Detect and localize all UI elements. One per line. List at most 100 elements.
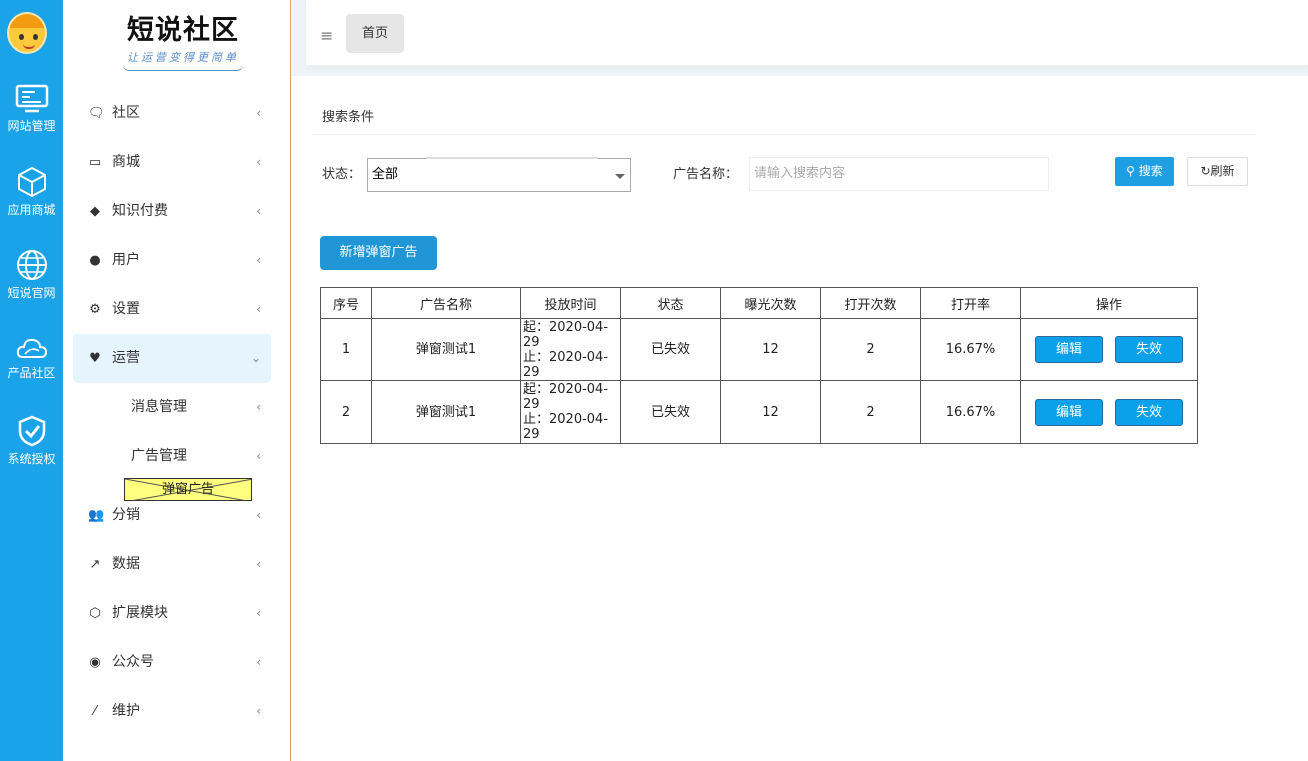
- wechat-icon: ◉: [89, 655, 101, 670]
- magic-wand-icon: ⁄: [93, 704, 97, 719]
- rail-item-label: 应用商城: [7, 203, 56, 217]
- add-popup-ad-button[interactable]: 新增弹窗广告: [320, 236, 437, 270]
- cell-name: 弹窗测试1: [371, 318, 521, 381]
- refresh-icon: ↻: [1200, 164, 1211, 178]
- rail-item-app-store[interactable]: 应用商城: [0, 166, 63, 218]
- cloud-icon: [16, 338, 47, 358]
- sidebar-subitem-ads[interactable]: 广告管理 ‹: [131, 432, 271, 481]
- line-chart-icon: ↗: [89, 557, 101, 572]
- app-rail: 网站管理 应用商城 短说官网 产品社区 系统授权: [0, 0, 63, 761]
- cell-status: 已失效: [620, 380, 721, 444]
- rail-item-label: 短说官网: [7, 286, 56, 300]
- sidebar-item-label: 公众号: [112, 654, 154, 670]
- chevron-down-icon: ⌄: [250, 351, 261, 365]
- table-row: 2 弹窗测试1 起：2020-04-29 止：2020-04-29 已失效 12 …: [320, 380, 1198, 444]
- rail-item-label: 系统授权: [7, 452, 56, 466]
- time-end: 止：2020-04-29: [523, 412, 609, 442]
- gear-icon: ⚙: [89, 302, 101, 317]
- sidebar-item-extensions[interactable]: ⬡ 扩展模块 ‹: [73, 589, 271, 638]
- sidebar-item-label: 数据: [112, 556, 140, 572]
- refresh-button[interactable]: ↻刷新: [1187, 157, 1248, 186]
- chevron-left-icon: ‹: [256, 253, 261, 267]
- cube-outline-icon: ⬡: [89, 606, 101, 621]
- chevron-left-icon: ‹: [256, 155, 261, 169]
- rail-item-product-community[interactable]: 产品社区: [0, 335, 63, 381]
- sidebar-item-label: 用户: [112, 252, 140, 268]
- ads-table: 序号 广告名称 投放时间 状态 曝光次数 打开次数 打开率 操作 1 弹窗测试1…: [320, 287, 1198, 444]
- chevron-left-icon: ‹: [256, 449, 261, 463]
- sidebar-item-community[interactable]: 🗨 社区 ‹: [73, 89, 271, 138]
- cell-id: 2: [320, 380, 372, 444]
- cell-views: 12: [720, 380, 821, 444]
- sidebar-item-knowledge[interactable]: ◆ 知识付费 ‹: [73, 187, 271, 236]
- status-label: 状态：: [322, 167, 362, 182]
- sidebar-item-label: 维护: [112, 703, 140, 719]
- column-header: 状态: [620, 287, 721, 319]
- sidebar-item-wechat[interactable]: ◉ 公众号 ‹: [73, 638, 271, 687]
- ad-name-search-input[interactable]: 请输入搜索内容: [749, 157, 1049, 191]
- heartbeat-icon: ♥: [89, 351, 101, 366]
- sidebar-subitem-messages[interactable]: 消息管理 ‹: [131, 383, 271, 432]
- ad-name-label: 广告名称：: [673, 167, 739, 182]
- chevron-left-icon: ‹: [256, 508, 261, 522]
- sidebar-subitem-label: 消息管理: [131, 399, 187, 415]
- topbar: ≡ 首页: [306, 0, 1308, 66]
- chevron-left-icon: ‹: [256, 655, 261, 669]
- column-header: 投放时间: [520, 287, 621, 319]
- edit-button[interactable]: 编辑: [1035, 398, 1103, 426]
- rail-item-site-admin[interactable]: 网站管理: [0, 84, 63, 134]
- chevron-left-icon: ‹: [256, 557, 261, 571]
- column-header: 广告名称: [371, 287, 521, 319]
- chevron-left-icon: ‹: [256, 302, 261, 316]
- status-select[interactable]: 全部: [367, 157, 631, 192]
- cell-views: 12: [720, 318, 821, 381]
- search-button[interactable]: ⚲ 搜索: [1115, 157, 1174, 186]
- search-icon: ⚲: [1126, 164, 1135, 178]
- sidebar: 短说社区 让运营变得更简单 🗨 社区 ‹ ▭ 商城 ‹ ◆ 知识付费 ‹ ● 用户 ‹ ⚙ 设置 ‹…: [63, 0, 291, 761]
- sidebar-item-label: 社区: [112, 105, 140, 121]
- rail-item-official-site[interactable]: 短说官网: [0, 249, 63, 301]
- globe-icon: [16, 250, 47, 280]
- sidebar-item-operation[interactable]: ♥ 运营 ⌄: [73, 334, 271, 383]
- cell-name: 弹窗测试1: [371, 380, 521, 444]
- disable-button[interactable]: 失效: [1115, 398, 1183, 426]
- monitor-icon: [15, 84, 48, 113]
- sidebar-item-label: 扩展模块: [112, 605, 168, 621]
- edit-button[interactable]: 编辑: [1035, 336, 1103, 363]
- shield-check-icon: [18, 415, 45, 447]
- cube-icon: [17, 166, 46, 198]
- avatar[interactable]: [7, 12, 47, 54]
- cell-opens: 2: [820, 380, 921, 444]
- cell-actions: 编辑 失效: [1020, 380, 1198, 444]
- sidebar-item-mall[interactable]: ▭ 商城 ‹: [73, 138, 271, 187]
- chevron-left-icon: ‹: [256, 704, 261, 718]
- rail-item-system-license[interactable]: 系统授权: [0, 415, 63, 467]
- sidebar-item-data[interactable]: ↗ 数据 ‹: [73, 540, 271, 589]
- cell-opens: 2: [820, 318, 921, 381]
- cell-actions: 编辑 失效: [1020, 318, 1198, 381]
- search-button-label: 搜索: [1138, 164, 1163, 178]
- sidebar-item-label: 运营: [112, 350, 140, 366]
- cell-rate: 16.67%: [920, 380, 1021, 444]
- cell-time: 起：2020-04-29 止：2020-04-29: [520, 318, 621, 381]
- sidebar-item-label: 分销: [112, 507, 140, 523]
- logo-title: 短说社区: [127, 15, 239, 46]
- cell-time: 起：2020-04-29 止：2020-04-29: [520, 380, 621, 444]
- chevron-left-icon: ‹: [256, 400, 261, 414]
- rail-item-label: 产品社区: [7, 366, 56, 380]
- time-end: 止：2020-04-29: [523, 349, 609, 380]
- menu-toggle-icon[interactable]: ≡: [320, 26, 333, 45]
- tab-home[interactable]: 首页: [346, 14, 404, 53]
- chevron-left-icon: ‹: [256, 106, 261, 120]
- caret-down-icon: [615, 174, 625, 179]
- sidebar-item-distribution[interactable]: 👥 分销 ‹: [73, 491, 271, 540]
- disable-button[interactable]: 失效: [1115, 336, 1183, 363]
- laptop-icon: ▭: [88, 155, 102, 170]
- sidebar-item-settings[interactable]: ⚙ 设置 ‹: [73, 285, 271, 334]
- divider: [312, 134, 1256, 135]
- sidebar-item-label: 设置: [112, 301, 140, 317]
- chevron-left-icon: ‹: [256, 606, 261, 620]
- sidebar-item-users[interactable]: ● 用户 ‹: [73, 236, 271, 285]
- rail-item-label: 网站管理: [7, 119, 56, 133]
- sidebar-item-maintenance[interactable]: ⁄ 维护 ‹: [73, 687, 271, 736]
